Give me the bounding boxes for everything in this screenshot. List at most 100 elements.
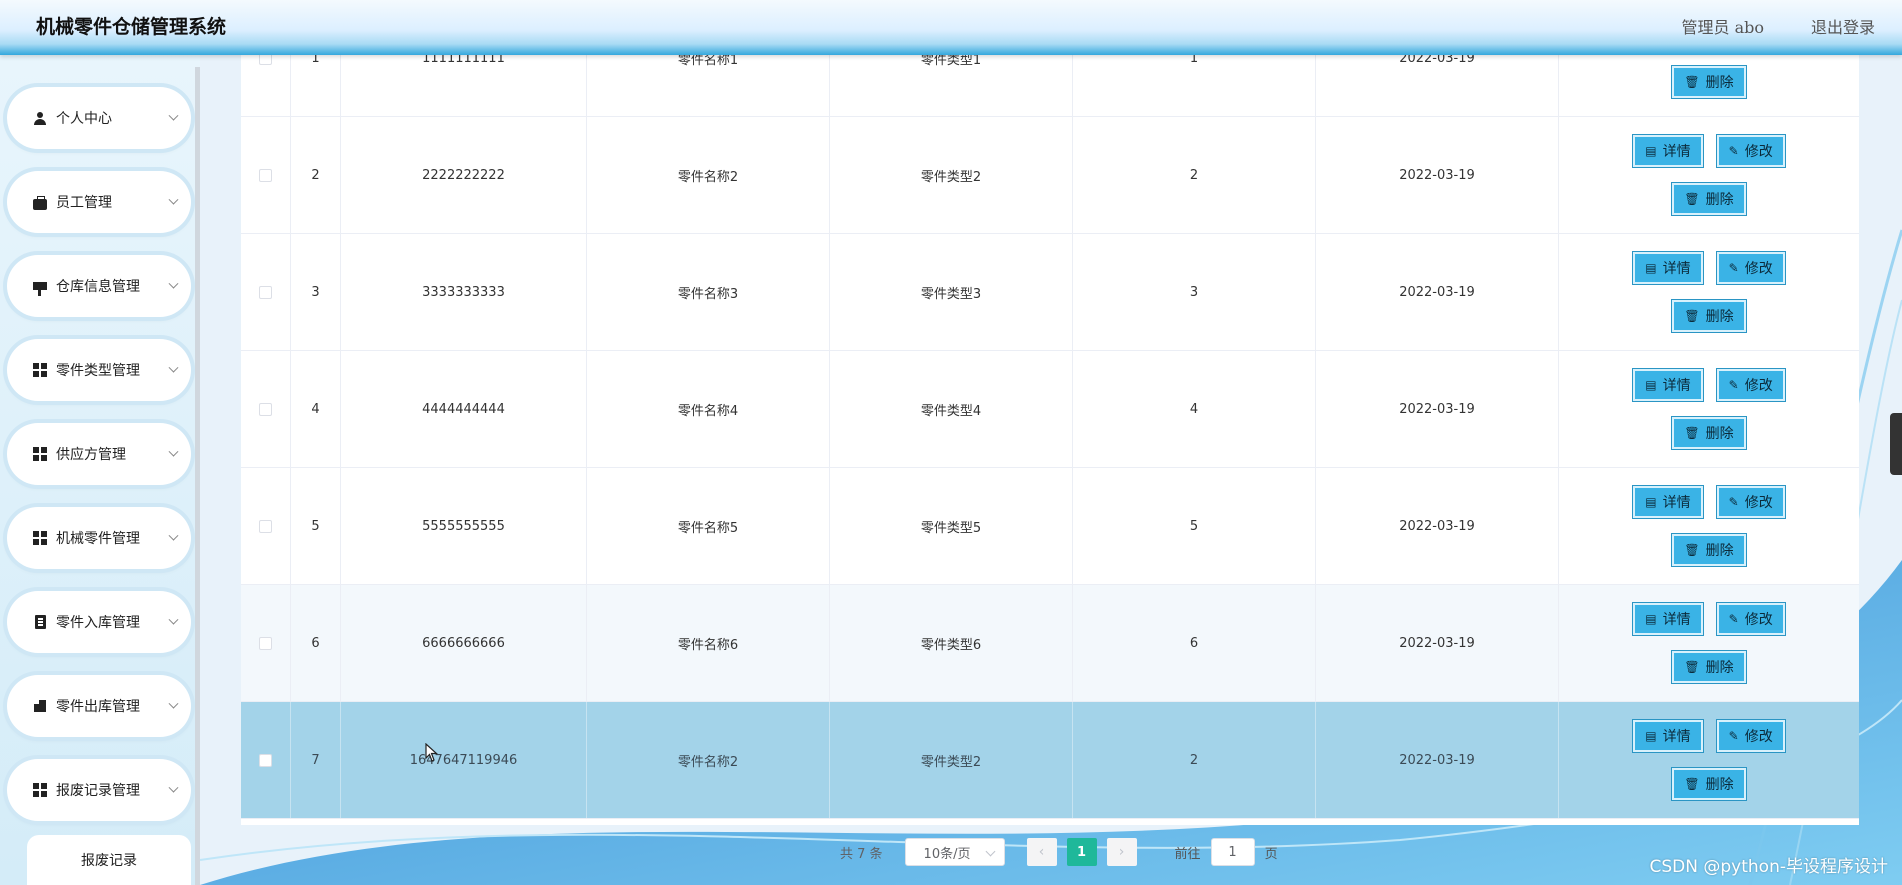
top-header: 机械零件仓储管理系统 管理员 abo 退出登录: [0, 0, 1902, 55]
chevron-down-icon: [168, 782, 179, 793]
row-actions: ▤详情 ✎修改 🗑删除: [1559, 234, 1859, 350]
edit-button[interactable]: ✎ 修改: [1715, 368, 1786, 402]
part-type: 零件类型2: [830, 702, 1073, 818]
row-checkbox[interactable]: [259, 402, 272, 416]
part-quantity: 3: [1073, 234, 1316, 350]
row-index: 5: [291, 468, 341, 584]
part-name: 零件名称6: [587, 585, 830, 701]
part-number: 1111111111: [341, 55, 587, 116]
part-quantity: 4: [1073, 351, 1316, 467]
prev-page-button[interactable]: ‹: [1026, 838, 1057, 866]
part-type: 零件类型6: [830, 585, 1073, 701]
data-table: 1 1111111111 零件名称1 零件类型1 1 2022-03-19 ▤详…: [241, 55, 1859, 825]
row-actions: ▤详情 ✎修改 🗑删除: [1559, 117, 1859, 233]
part-type: 零件类型2: [830, 117, 1073, 233]
part-type: 零件类型5: [830, 468, 1073, 584]
row-checkbox[interactable]: [259, 55, 272, 65]
sidebar-item-label: 仓库信息管理: [56, 279, 140, 295]
sidebar-item-scrap[interactable]: 报废记录管理: [7, 759, 191, 821]
detail-button[interactable]: ▤ 详情: [1632, 602, 1704, 636]
part-name: 零件名称3: [587, 234, 830, 350]
sidebar-scrollbar[interactable]: [195, 67, 200, 885]
part-name: 零件名称2: [587, 702, 830, 818]
detail-button[interactable]: ▤ 详情: [1632, 251, 1704, 285]
page-number-active[interactable]: 1: [1066, 838, 1097, 866]
goto-page-input[interactable]: 1: [1210, 838, 1255, 866]
edit-button[interactable]: ✎ 修改: [1715, 251, 1786, 285]
trash-icon: 🗑: [1684, 192, 1700, 206]
sidebar-item-personal-center[interactable]: 个人中心: [7, 87, 191, 149]
delete-button[interactable]: 🗑 删除: [1671, 65, 1747, 99]
part-quantity: 2: [1073, 117, 1316, 233]
detail-button[interactable]: ▤ 详情: [1632, 134, 1704, 168]
part-number: 2222222222: [341, 117, 587, 233]
edit-button[interactable]: ✎ 修改: [1715, 602, 1786, 636]
sidebar-item-stock-out[interactable]: 零件出库管理: [7, 675, 191, 737]
edit-button[interactable]: ✎ 修改: [1715, 719, 1786, 753]
record-date: 2022-03-19: [1316, 234, 1559, 350]
pencil-icon: ✎: [1728, 261, 1739, 275]
part-quantity: 6: [1073, 585, 1316, 701]
briefcase-icon: [33, 195, 47, 210]
page-size-select[interactable]: 10条/页: [904, 838, 1005, 866]
row-actions: ▤详情 ✎修改 🗑删除: [1559, 468, 1859, 584]
document-icon: ▤: [1645, 144, 1657, 158]
app-title: 机械零件仓储管理系统: [36, 16, 227, 38]
row-checkbox[interactable]: [259, 168, 272, 182]
delete-button[interactable]: 🗑 删除: [1671, 182, 1747, 216]
chevron-down-icon: [168, 362, 179, 373]
detail-button[interactable]: ▤ 详情: [1632, 485, 1704, 519]
row-actions: ▤详情 ✎修改 🗑删除: [1559, 702, 1859, 818]
sidebar-item-supplier[interactable]: 供应方管理: [7, 423, 191, 485]
sidebar-item-employee[interactable]: 员工管理: [7, 171, 191, 233]
delete-button[interactable]: 🗑 删除: [1671, 533, 1747, 567]
chevron-right-icon: ›: [1118, 844, 1125, 860]
part-number: 1647647119946: [341, 702, 587, 818]
sidebar-item-label: 零件出库管理: [56, 699, 140, 715]
pencil-icon: ✎: [1728, 729, 1739, 743]
sidebar-item-warehouse[interactable]: 仓库信息管理: [7, 255, 191, 317]
total-count: 共 7 条: [840, 846, 883, 862]
trash-icon: 🗑: [1684, 309, 1700, 323]
row-checkbox[interactable]: [259, 285, 272, 299]
sidebar-item-label: 报废记录管理: [56, 783, 140, 799]
next-page-button[interactable]: ›: [1106, 838, 1137, 866]
grid-icon: [33, 447, 47, 461]
row-checkbox[interactable]: [259, 519, 272, 533]
delete-button[interactable]: 🗑 删除: [1671, 767, 1747, 801]
chevron-down-icon: [168, 698, 179, 709]
mouse-cursor-icon: [425, 743, 439, 762]
sidebar-item-label: 机械零件管理: [56, 531, 140, 547]
sidebar-item-part-type[interactable]: 零件类型管理: [7, 339, 191, 401]
chevron-down-icon: [168, 446, 179, 457]
side-drawer-handle[interactable]: [1890, 413, 1902, 475]
sidebar-item-mechanical-part[interactable]: 机械零件管理: [7, 507, 191, 569]
delete-button[interactable]: 🗑 删除: [1671, 299, 1747, 333]
row-index: 1: [291, 55, 341, 116]
delete-button[interactable]: 🗑 删除: [1671, 650, 1747, 684]
record-date: 2022-03-19: [1316, 585, 1559, 701]
sidebar-item-stock-in[interactable]: 零件入库管理: [7, 591, 191, 653]
grid-icon: [33, 783, 47, 797]
edit-button[interactable]: ✎ 修改: [1715, 485, 1786, 519]
trash-icon: 🗑: [1684, 777, 1700, 791]
part-number: 5555555555: [341, 468, 587, 584]
row-checkbox[interactable]: [259, 753, 272, 767]
grid-icon: [33, 531, 47, 545]
delete-button[interactable]: 🗑 删除: [1671, 416, 1747, 450]
trash-icon: 🗑: [1684, 426, 1700, 440]
pencil-icon: ✎: [1728, 612, 1739, 626]
pagination: 共 7 条 10条/页 ‹ 1 › 前往 1 页: [840, 837, 1278, 867]
part-number: 4444444444: [341, 351, 587, 467]
pencil-icon: ✎: [1728, 495, 1739, 509]
submenu-item-scrap-record[interactable]: 报废记录: [27, 835, 191, 885]
chevron-down-icon: [168, 530, 179, 541]
detail-button[interactable]: ▤ 详情: [1632, 719, 1704, 753]
table-row: 1 1111111111 零件名称1 零件类型1 1 2022-03-19 ▤详…: [241, 55, 1859, 117]
detail-button[interactable]: ▤ 详情: [1632, 368, 1704, 402]
page-unit-label: 页: [1264, 846, 1278, 862]
logout-link[interactable]: 退出登录: [1811, 14, 1875, 38]
row-checkbox[interactable]: [259, 636, 272, 650]
part-quantity: 2: [1073, 702, 1316, 818]
edit-button[interactable]: ✎ 修改: [1715, 134, 1786, 168]
